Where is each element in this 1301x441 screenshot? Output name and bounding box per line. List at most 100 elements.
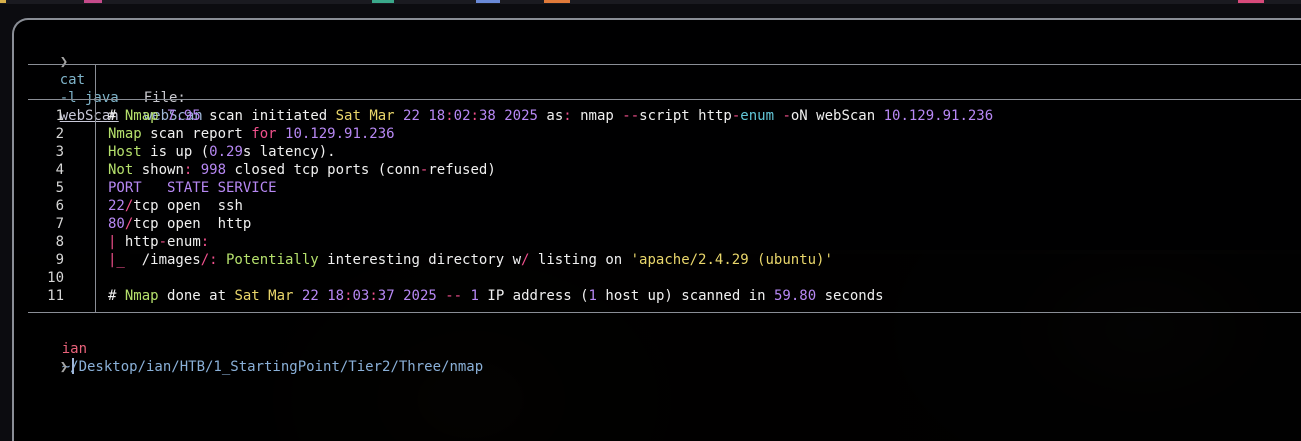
code-line: Nmap scan report for 10.129.91.236 [108, 125, 993, 143]
code-line: |_ /images/: Potentially interesting dir… [108, 251, 993, 269]
token: /images [124, 252, 201, 268]
code-line: 22/tcp open ssh [108, 197, 993, 215]
token: interesting directory w [318, 252, 522, 268]
token: -- [436, 288, 463, 304]
token: 22 [108, 198, 125, 214]
token: : [344, 288, 353, 304]
token: 02 [453, 108, 471, 124]
gutter-divider [95, 64, 96, 312]
token: scan report [141, 126, 252, 142]
file-content[interactable]: # Nmap 7.95 scan initiated Sat Mar 22 18… [108, 107, 993, 305]
token: tcp open http [133, 216, 252, 232]
token: 1 [588, 288, 597, 304]
token: Nmap [116, 288, 159, 304]
token: scan initiated [200, 108, 336, 124]
input-line[interactable]: ❯ [26, 340, 75, 394]
token: s latency). [242, 144, 336, 160]
text-cursor [72, 358, 75, 374]
token: - [774, 108, 791, 124]
token: Nmap [116, 108, 159, 124]
header-top-rule [28, 64, 1301, 65]
line-number: 6 [55, 198, 64, 214]
token: refused) [428, 162, 496, 178]
token: 22 [394, 108, 420, 124]
line-number: 7 [55, 216, 64, 232]
token: : [200, 234, 210, 250]
line-number: 3 [55, 144, 64, 160]
token: 59.80 [774, 288, 817, 304]
content-bottom-rule [28, 312, 1301, 313]
line-number: 4 [55, 162, 64, 178]
prompt-arrow-icon: ❯ [59, 54, 69, 70]
line-number: 1 [55, 108, 64, 124]
token: Sat Mar [335, 108, 395, 124]
token: 03 [352, 288, 370, 304]
token: nmap [571, 108, 623, 124]
token: for [251, 126, 277, 142]
token: 80 [108, 216, 125, 232]
line-number: 11 [47, 288, 64, 304]
token: Host [108, 144, 142, 160]
token: host up) scanned in [596, 288, 774, 304]
token: is up ( [141, 144, 210, 160]
line-number: 10 [47, 270, 64, 286]
header-bottom-rule [28, 99, 1301, 100]
code-line: # Nmap done at Sat Mar 22 18:03:37 2025 … [108, 287, 993, 305]
line-number-gutter: 1 2 3 4 5 6 7 8 9 10 11 [24, 107, 64, 305]
token: 998 [192, 162, 227, 178]
token: 37 [377, 288, 395, 304]
taskbar-strip [0, 0, 1301, 4]
code-line: | http-enum: [108, 233, 993, 251]
line-number: 9 [55, 252, 64, 268]
token: Sat Mar [234, 288, 294, 304]
code-line: PORT STATE SERVICE [108, 179, 993, 197]
line-number: 8 [55, 234, 64, 250]
token: oN webScan [790, 108, 884, 124]
token: 1 [462, 288, 479, 304]
token: 7.95 [158, 108, 201, 124]
token: 2025 [394, 288, 437, 304]
token: IP address ( [478, 288, 589, 304]
code-line: 80/tcp open http [108, 215, 993, 233]
token: : [470, 108, 479, 124]
code-line: Not shown: 998 closed tcp ports (conn-re… [108, 161, 993, 179]
token: -- [622, 108, 640, 124]
token: enum [740, 108, 775, 124]
token: PORT STATE SERVICE [108, 180, 277, 196]
token: http [116, 234, 159, 250]
token: as [537, 108, 564, 124]
token: Nmap [108, 126, 142, 142]
terminal-window[interactable]: ❯ cat -l java webScan File: webScan 1234… [12, 18, 1301, 441]
line-number: 2 [55, 126, 64, 142]
token: : [369, 288, 378, 304]
token: closed tcp ports (conn [226, 162, 420, 178]
token: 18 [318, 288, 345, 304]
token: 10.129.91.236 [276, 126, 395, 142]
prompt-arrow-icon: ❯ [59, 359, 69, 375]
token: 10.129.91.236 [883, 108, 994, 124]
status-line: ian ~/Desktop/ian/HTB/1_StartingPoint/Ti… [28, 322, 483, 394]
token: 0.29 [209, 144, 243, 160]
token: 'apache/2.4.29 (ubuntu)' [630, 252, 833, 268]
token: - [158, 234, 168, 250]
token: /: [200, 252, 218, 268]
token: shown [133, 162, 184, 178]
file-header-label: File: [143, 90, 186, 106]
token: done at [158, 288, 235, 304]
code-line: # Nmap 7.95 scan initiated Sat Mar 22 18… [108, 107, 993, 125]
token: listing on [529, 252, 631, 268]
token: tcp open ssh [133, 198, 243, 214]
token: 18 [419, 108, 446, 124]
token: : [563, 108, 572, 124]
token: enum [167, 234, 201, 250]
current-directory: ~/Desktop/ian/HTB/1_StartingPoint/Tier2/… [61, 359, 484, 375]
code-line: Host is up (0.29s latency). [108, 143, 993, 161]
token: : [445, 108, 454, 124]
token: 38 [478, 108, 496, 124]
token: 22 [293, 288, 319, 304]
token: Not [108, 162, 134, 178]
command-name: cat [59, 72, 86, 88]
token: script http [639, 108, 732, 124]
line-number: 5 [55, 180, 64, 196]
